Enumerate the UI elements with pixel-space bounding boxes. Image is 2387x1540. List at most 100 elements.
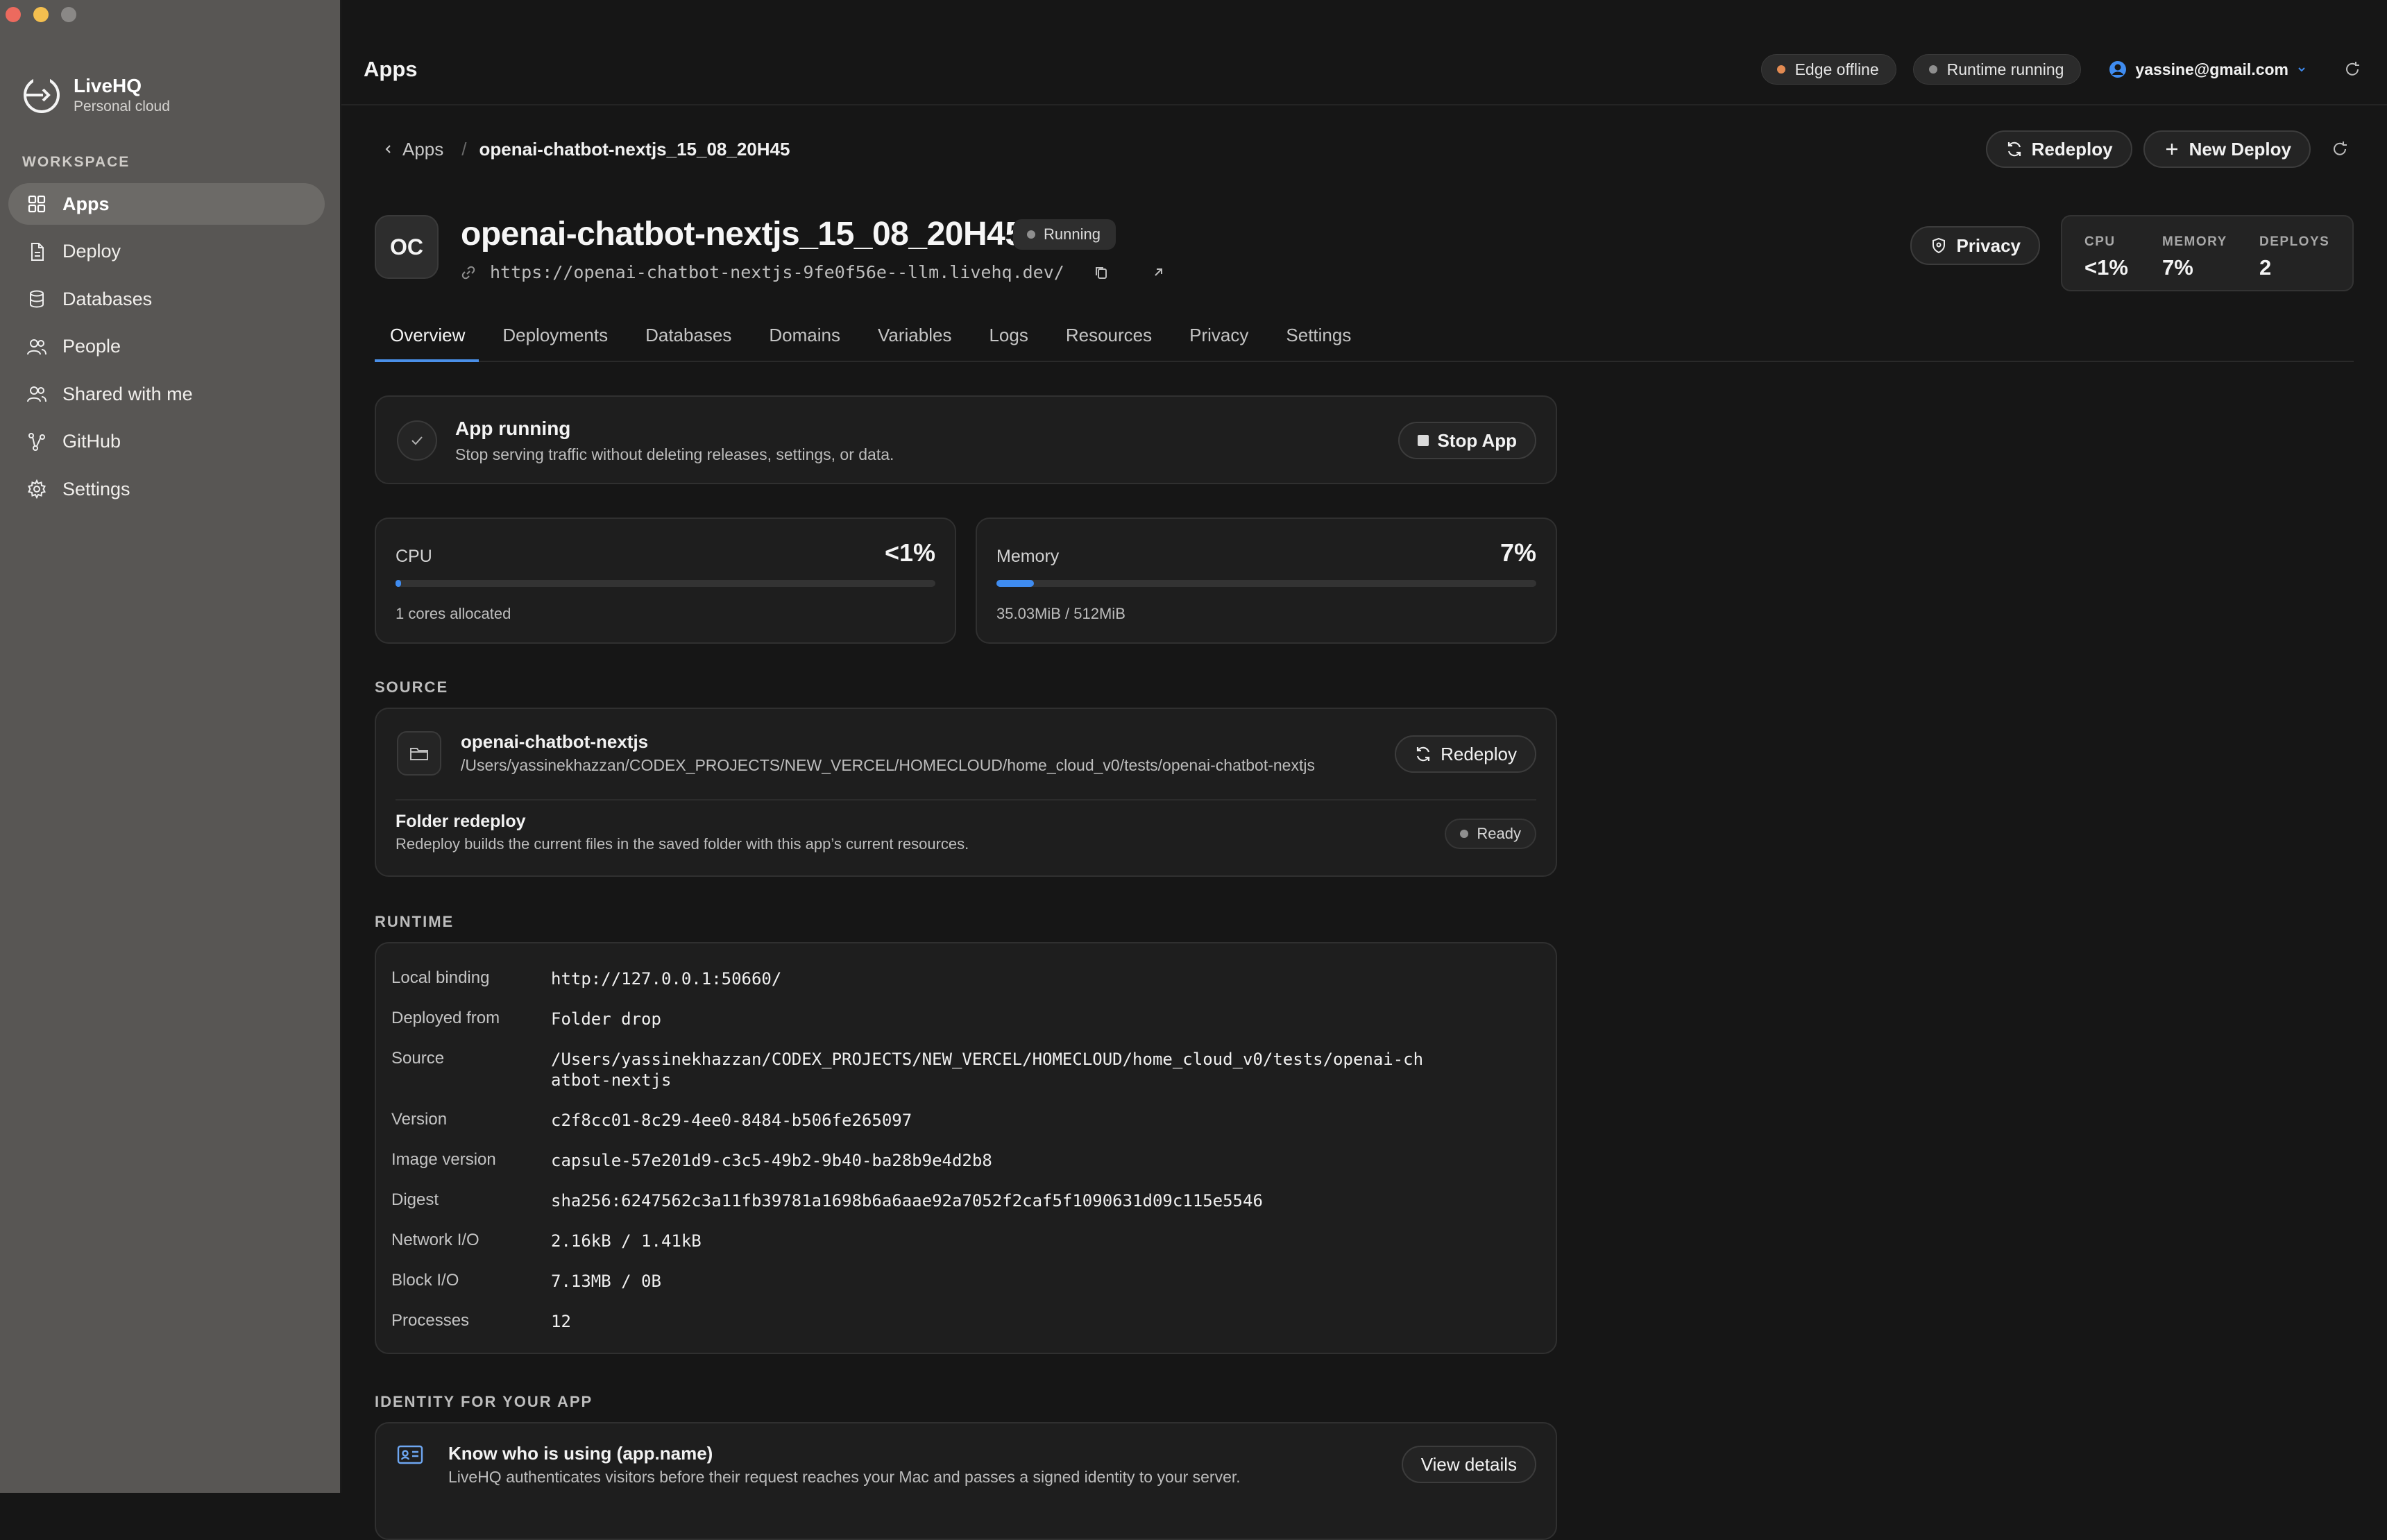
status-dot: [1776, 65, 1785, 74]
gear-icon: [28, 479, 46, 499]
cpu-card: CPU <1% 1 cores allocated: [375, 517, 956, 644]
tab-resources[interactable]: Resources: [1051, 319, 1166, 362]
tab-overview[interactable]: Overview: [375, 319, 479, 362]
refresh-icon: [1417, 746, 1430, 762]
source-section-label: SOURCE: [375, 678, 449, 696]
sidebar-item-label: GitHub: [62, 431, 121, 452]
cpu-label: CPU: [396, 547, 432, 566]
main-area: Apps Edge offline Runtime running yassin…: [341, 0, 2387, 1540]
tab-privacy[interactable]: Privacy: [1174, 319, 1262, 362]
refresh-button[interactable]: [2338, 55, 2366, 83]
tab-logs[interactable]: Logs: [974, 319, 1042, 362]
runtime-row: Local binding http://127.0.0.1:50660/: [376, 963, 1556, 1003]
app-url-row: https://openai-chatbot-nextjs-9fe0f56e--…: [461, 262, 1166, 282]
folder-icon: [397, 731, 441, 776]
topbar-status: Edge offline Runtime running yassine@gma…: [1760, 54, 2366, 85]
runtime-key: Version: [391, 1110, 448, 1129]
sidebar-item-label: Databases: [62, 288, 153, 309]
view-details-label: View details: [1420, 1453, 1517, 1475]
runtime-key: Image version: [391, 1150, 496, 1169]
tab-settings[interactable]: Settings: [1271, 319, 1365, 362]
identity-subtitle: LiveHQ authenticates visitors before the…: [448, 1468, 1241, 1486]
refresh-app-button[interactable]: [2326, 135, 2354, 163]
app-url[interactable]: https://openai-chatbot-nextjs-9fe0f56e--…: [490, 262, 1064, 282]
identity-section-label: IDENTITY FOR YOUR APP: [375, 1393, 593, 1410]
app-running-card: App running Stop serving traffic without…: [375, 395, 1557, 484]
stop-app-label: Stop App: [1437, 429, 1517, 451]
app-status-badge: Running: [1013, 219, 1116, 250]
stop-app-button[interactable]: Stop App: [1398, 422, 1536, 459]
runtime-key: Processes: [391, 1311, 470, 1330]
header-actions: Redeploy New Deploy: [1985, 130, 2354, 168]
refresh-icon: [2007, 142, 2021, 157]
new-deploy-label: New Deploy: [2189, 138, 2291, 160]
source-card: openai-chatbot-nextjs /Users/yassinekhaz…: [375, 708, 1557, 877]
app-tabs: Overview Deployments Databases Domains V…: [375, 319, 2354, 362]
source-redeploy-button[interactable]: Redeploy: [1395, 735, 1536, 773]
cpu-progress-bar: [396, 580, 935, 587]
edge-status-label: Edge offline: [1794, 60, 1879, 78]
runtime-row: Processes 12: [376, 1306, 1556, 1346]
redeploy-button[interactable]: Redeploy: [1985, 130, 2132, 168]
app-stats: CPU <1% MEMORY 7% DEPLOYS 2: [2061, 215, 2354, 291]
sidebar-item-label: Settings: [62, 478, 130, 499]
zoom-window-button[interactable]: [61, 7, 76, 22]
people-icon: [27, 339, 46, 354]
memory-progress-bar: [996, 580, 1536, 587]
runtime-value: capsule-57e201d9-c3c5-49b2-9b40-ba28b9e4…: [551, 1151, 992, 1170]
cpu-subtitle: 1 cores allocated: [396, 605, 511, 622]
identity-title: Know who is using (app.name): [448, 1443, 713, 1464]
edge-status-badge[interactable]: Edge offline: [1760, 54, 1896, 85]
privacy-label: Privacy: [1956, 234, 2021, 256]
status-dot: [1460, 830, 1469, 838]
runtime-value: 7.13MB / 0B: [551, 1272, 661, 1291]
page-title: Apps: [364, 57, 418, 81]
branch-icon: [28, 432, 45, 451]
sidebar-item-databases[interactable]: Databases: [8, 278, 325, 320]
sidebar-item-settings[interactable]: Settings: [8, 468, 325, 510]
livehq-logo-icon: [24, 77, 60, 113]
close-window-button[interactable]: [6, 7, 21, 22]
cpu-value: <1%: [884, 538, 935, 567]
link-icon: [461, 266, 475, 279]
tab-deployments[interactable]: Deployments: [487, 319, 622, 362]
sidebar-item-deploy[interactable]: Deploy: [8, 231, 325, 273]
runtime-value: c2f8cc01-8c29-4ee0-8484-b506fe265097: [551, 1111, 912, 1130]
user-menu[interactable]: yassine@gmail.com: [2109, 60, 2307, 79]
stat-value: 2: [2259, 255, 2272, 280]
sidebar-item-people[interactable]: People: [8, 326, 325, 368]
tab-databases[interactable]: Databases: [630, 319, 745, 362]
sidebar-item-apps[interactable]: Apps: [8, 183, 325, 225]
privacy-button[interactable]: Privacy: [1910, 226, 2040, 265]
runtime-row: Image version capsule-57e201d9-c3c5-49b2…: [376, 1145, 1556, 1185]
breadcrumb-current: openai-chatbot-nextjs_15_08_20H45: [479, 138, 790, 160]
copy-icon[interactable]: [1094, 265, 1109, 280]
app-avatar: OC: [375, 215, 439, 279]
memory-stat: MEMORY 7%: [2162, 234, 2259, 290]
runtime-value: Folder drop: [551, 1009, 661, 1029]
sidebar-item-shared-with-me[interactable]: Shared with me: [8, 373, 325, 415]
runtime-row: Block I/O 7.13MB / 0B: [376, 1265, 1556, 1306]
refresh-icon: [2334, 142, 2347, 155]
runtime-value: 2.16kB / 1.41kB: [551, 1231, 702, 1251]
cpu-stat: CPU <1%: [2084, 234, 2162, 290]
external-link-icon[interactable]: [1150, 265, 1166, 280]
workspace-label: WORKSPACE: [22, 154, 130, 170]
sidebar-item-label: Apps: [62, 193, 110, 214]
runtime-row: Network I/O 2.16kB / 1.41kB: [376, 1225, 1556, 1265]
sidebar-item-label: Shared with me: [62, 383, 193, 404]
tab-domains[interactable]: Domains: [754, 319, 854, 362]
sidebar-item-github[interactable]: GitHub: [8, 421, 325, 463]
window-controls: [6, 7, 76, 22]
runtime-status-badge[interactable]: Runtime running: [1912, 54, 2082, 85]
new-deploy-button[interactable]: New Deploy: [2143, 130, 2311, 168]
view-details-button[interactable]: View details: [1401, 1446, 1536, 1483]
status-dot: [1027, 230, 1035, 239]
minimize-window-button[interactable]: [33, 7, 49, 22]
sidebar: LiveHQ Personal cloud WORKSPACE Apps Dep…: [0, 0, 341, 1493]
breadcrumb-back-link[interactable]: Apps: [383, 139, 443, 160]
memory-label: Memory: [996, 547, 1060, 566]
runtime-value: 12: [551, 1312, 571, 1331]
breadcrumb: Apps / openai-chatbot-nextjs_15_08_20H45…: [375, 125, 2354, 173]
tab-variables[interactable]: Variables: [863, 319, 965, 362]
